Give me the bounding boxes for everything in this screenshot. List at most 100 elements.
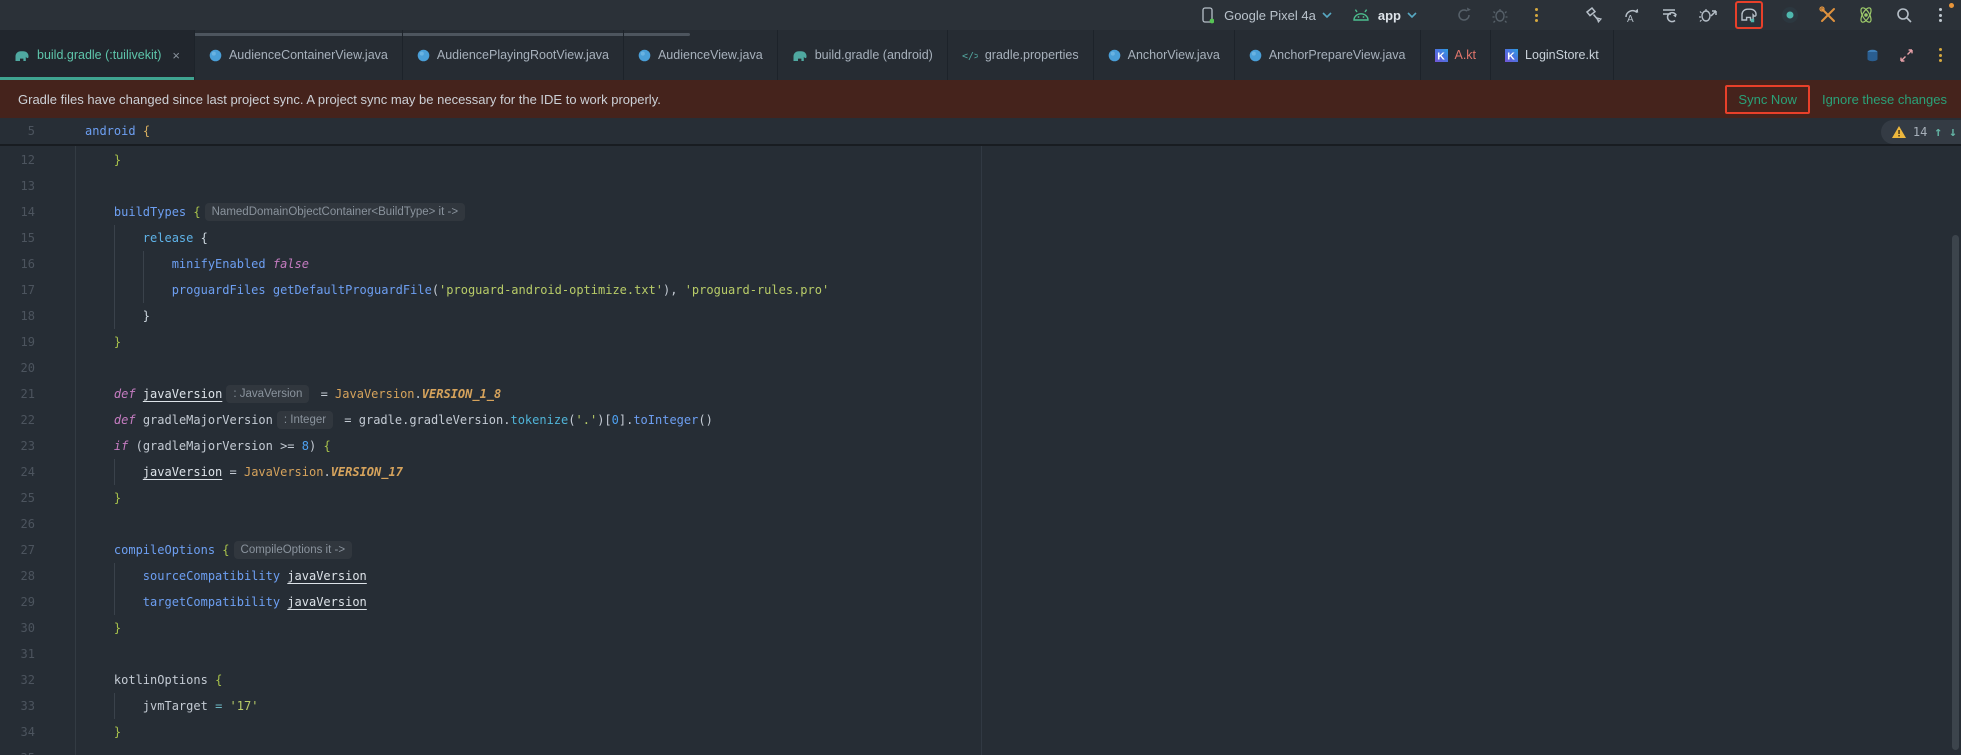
java-file-icon: [417, 49, 430, 62]
code-lines: 12 }1314 buildTypes {NamedDomainObjectCo…: [0, 146, 1961, 755]
expand-editor-icon[interactable]: [1895, 44, 1917, 66]
gradle-sync-icon[interactable]: [1738, 4, 1760, 26]
svg-text:K: K: [1437, 50, 1445, 62]
tab-label: build.gradle (:tuilivekit): [37, 48, 161, 62]
tab-anchorprepareview-java[interactable]: AnchorPrepareView.java: [1235, 30, 1421, 80]
run-config-label: app: [1378, 8, 1401, 23]
line-number: 22: [0, 407, 35, 433]
tab-build-gradle-tuilivekit-[interactable]: build.gradle (:tuilivekit) ×: [0, 30, 195, 80]
tab-audiencecontainerview-java[interactable]: AudienceContainerView.java: [195, 30, 403, 80]
tab-more-icon[interactable]: [1929, 44, 1951, 66]
line-number: 23: [0, 433, 35, 459]
tools-icon[interactable]: [1817, 4, 1839, 26]
android-studio-window: Google Pixel 4a app A: [0, 0, 1961, 755]
line-number: 24: [0, 459, 35, 485]
code-line-29: 29 targetCompatibility javaVersion: [0, 589, 1961, 615]
tab-label: LoginStore.kt: [1525, 48, 1599, 62]
code-text: }: [85, 147, 121, 173]
java-file-icon: [1108, 49, 1121, 62]
line-number: 29: [0, 589, 35, 615]
line-number: 14: [0, 199, 35, 225]
tab-audienceplayingrootview-java[interactable]: AudiencePlayingRootView.java: [403, 30, 624, 80]
code-editor[interactable]: 12 }1314 buildTypes {NamedDomainObjectCo…: [0, 146, 1961, 755]
line-number: 27: [0, 537, 35, 563]
code-text: if (gradleMajorVersion >= 8) {: [85, 433, 331, 459]
line-number: 26: [0, 511, 35, 537]
code-line-25: 25 }: [0, 485, 1961, 511]
java-file-icon: [1249, 49, 1262, 62]
line-number: 30: [0, 615, 35, 641]
warning-icon: [1892, 126, 1906, 138]
more-icon[interactable]: [1929, 4, 1951, 26]
code-line-34: 34 }: [0, 719, 1961, 745]
code-line-33: 33 jvmTarget = '17': [0, 693, 1961, 719]
more-options-icon[interactable]: [1525, 4, 1547, 26]
prev-issue-arrow[interactable]: ↑: [1934, 125, 1942, 140]
notification-dot: [1949, 3, 1954, 8]
code-line-13: 13: [0, 173, 1961, 199]
search-icon[interactable]: [1893, 4, 1915, 26]
code-line-15: 15 release {: [0, 225, 1961, 251]
banner-message: Gradle files have changed since last pro…: [18, 92, 661, 107]
code-line-14: 14 buildTypes {NamedDomainObjectContaine…: [0, 199, 1961, 225]
line-number: 17: [0, 277, 35, 303]
warning-count: 14: [1913, 125, 1927, 139]
code-text: }: [85, 303, 150, 329]
gradle-sync-highlight: [1735, 1, 1763, 29]
kotlin-file-icon: K: [1505, 49, 1518, 62]
tab-label: build.gradle (android): [815, 48, 933, 62]
attach-debugger-icon[interactable]: [1697, 4, 1719, 26]
code-line-28: 28 sourceCompatibility javaVersion: [0, 563, 1961, 589]
tab-a-kt[interactable]: KA.kt: [1421, 30, 1492, 80]
chevron-down-icon: [1322, 12, 1332, 19]
code-text: }: [85, 719, 121, 745]
code-line-35: 35: [0, 745, 1961, 755]
tab-build-gradle-android-[interactable]: build.gradle (android): [778, 30, 948, 80]
next-issue-arrow[interactable]: ↓: [1949, 125, 1957, 140]
kotlin-file-icon: K: [1435, 49, 1448, 62]
run-config-selector[interactable]: app: [1350, 4, 1417, 26]
line-number: 32: [0, 667, 35, 693]
inlay-hint: : Integer: [277, 411, 333, 429]
tab-audienceview-java[interactable]: AudienceView.java: [624, 30, 778, 80]
record-icon[interactable]: [1779, 4, 1801, 26]
code-text: compileOptions {CompileOptions it ->: [85, 537, 356, 563]
code-text: buildTypes {NamedDomainObjectContainer<B…: [85, 199, 469, 225]
apply-changes-icon[interactable]: [1659, 4, 1681, 26]
tab-strip: build.gradle (:tuilivekit) × AudienceConta…: [0, 30, 1851, 80]
code-text: }: [85, 329, 121, 355]
code-line-30: 30 }: [0, 615, 1961, 641]
code-text: }: [85, 485, 121, 511]
line-number: 20: [0, 355, 35, 381]
code-text: def javaVersion: JavaVersion = JavaVersi…: [85, 381, 501, 407]
svg-text:A: A: [1627, 14, 1634, 25]
inspections-widget[interactable]: 14 ↑ ↓: [1881, 120, 1961, 144]
sync-now-link[interactable]: Sync Now: [1738, 92, 1797, 107]
device-selector[interactable]: Google Pixel 4a: [1196, 4, 1332, 26]
tab-label: gradle.properties: [985, 48, 1079, 62]
code-line-20: 20: [0, 355, 1961, 381]
code-text: android {: [85, 118, 150, 144]
tab-gradle-properties[interactable]: </> gradle.properties: [948, 30, 1094, 80]
rerun-icon[interactable]: [1453, 4, 1475, 26]
device-manager-icon[interactable]: [1855, 4, 1877, 26]
vertical-scrollbar[interactable]: [1952, 235, 1959, 750]
line-number: 28: [0, 563, 35, 589]
tab-label: AudiencePlayingRootView.java: [437, 48, 609, 62]
device-selector-label: Google Pixel 4a: [1224, 8, 1316, 23]
profile-icon[interactable]: A: [1621, 4, 1643, 26]
tab-anchorview-java[interactable]: AnchorView.java: [1094, 30, 1235, 80]
ignore-changes-link[interactable]: Ignore these changes: [1822, 92, 1947, 107]
code-text: jvmTarget = '17': [85, 693, 258, 719]
line-number: 5: [0, 118, 35, 144]
editor-tab-bar: build.gradle (:tuilivekit) × AudienceConta…: [0, 30, 1961, 80]
build-icon[interactable]: [1583, 4, 1605, 26]
tab-loginstore-kt[interactable]: K LoginStore.kt: [1491, 30, 1614, 80]
debug-icon[interactable]: [1489, 4, 1511, 26]
gradle-sync-banner: Gradle files have changed since last pro…: [0, 80, 1961, 118]
inlay-hint: : JavaVersion: [226, 385, 309, 403]
notifications-icon[interactable]: [1861, 44, 1883, 66]
svg-text:</>: </>: [962, 51, 978, 61]
code-line-32: 32 kotlinOptions {: [0, 667, 1961, 693]
close-tab-icon[interactable]: ×: [172, 48, 180, 63]
